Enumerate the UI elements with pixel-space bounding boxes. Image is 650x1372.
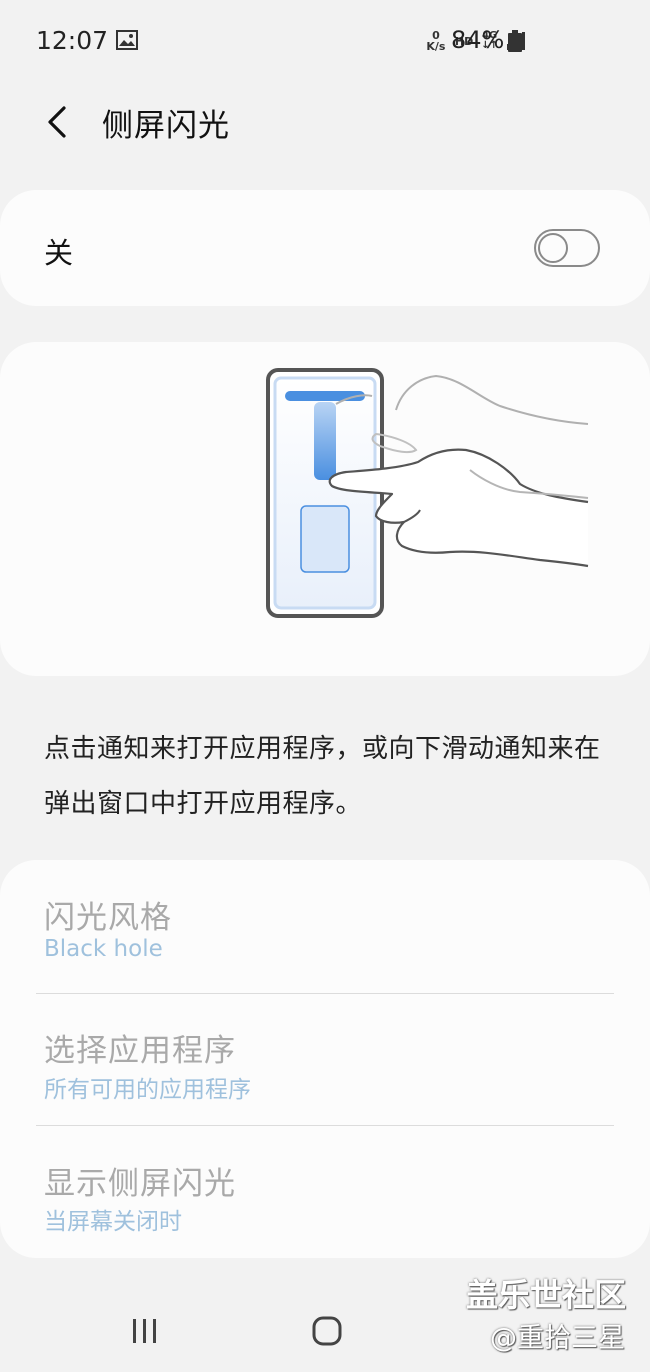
setting-show-edge-lighting[interactable]: 显示侧屏闪光 当屏幕关闭时 (0, 1126, 650, 1256)
battery-icon (508, 30, 522, 52)
setting-subtitle: 所有可用的应用程序 (44, 1077, 251, 1103)
home-button[interactable] (312, 1316, 342, 1346)
navigation-bar (0, 1290, 650, 1372)
setting-subtitle: Black hole (44, 936, 163, 962)
setting-title: 闪光风格 (44, 900, 172, 936)
illustration-card (0, 342, 650, 676)
edge-lighting-switch[interactable] (534, 229, 600, 267)
network-speed: 0 K/s (426, 29, 446, 53)
settings-list: 闪光风格 Black hole 选择应用程序 所有可用的应用程序 显示侧屏闪光 … (0, 860, 650, 1258)
status-bar: 12:07 0 K/s HD 4G ↓↑ 84% (0, 0, 650, 84)
edge-lighting-illustration (266, 368, 589, 618)
recent-apps-button[interactable] (130, 1318, 160, 1344)
setting-lighting-style[interactable]: 闪光风格 Black hole (0, 860, 650, 990)
setting-title: 显示侧屏闪光 (44, 1166, 236, 1202)
setting-title: 选择应用程序 (44, 1033, 236, 1069)
feature-description: 点击通知来打开应用程序，或向下滑动通知来在弹出窗口中打开应用程序。 (44, 734, 601, 819)
toggle-state-label: 关 (44, 236, 74, 270)
setting-choose-apps[interactable]: 选择应用程序 所有可用的应用程序 (0, 994, 650, 1124)
battery-percent: 84% (451, 26, 505, 54)
app-header: 侧屏闪光 (0, 84, 650, 160)
back-button[interactable] (40, 102, 76, 142)
status-time: 12:07 (36, 26, 109, 55)
page-title: 侧屏闪光 (102, 108, 230, 144)
setting-subtitle: 当屏幕关闭时 (44, 1209, 182, 1235)
switch-knob (538, 233, 568, 263)
image-notification-icon (116, 30, 138, 50)
